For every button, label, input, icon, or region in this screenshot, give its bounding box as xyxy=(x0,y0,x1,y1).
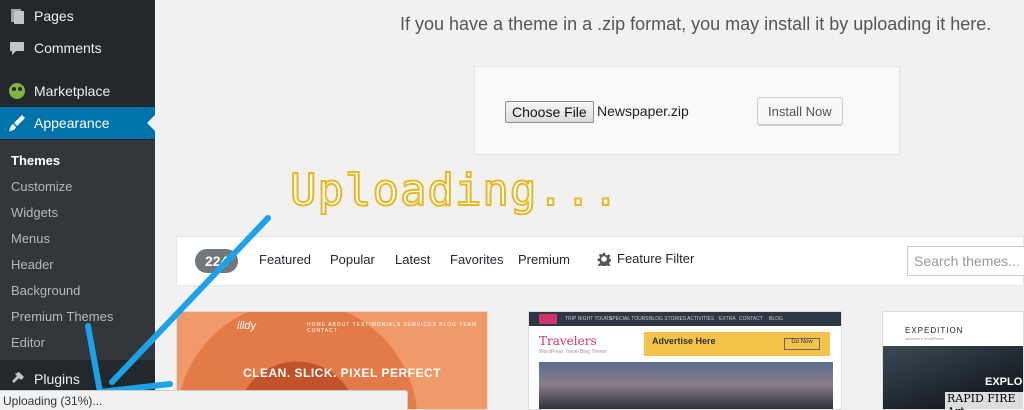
annotation-arrow xyxy=(85,215,271,395)
upload-status-text: Uploading (31%)... xyxy=(3,393,103,408)
browser-status-bar: Uploading (31%)... xyxy=(0,390,408,410)
